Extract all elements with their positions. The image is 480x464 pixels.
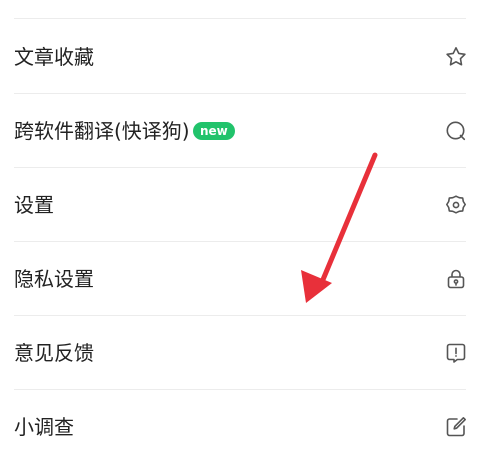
menu-item-cross-app-translate[interactable]: 跨软件翻译(快译狗) new xyxy=(0,94,480,168)
menu-item-label: 隐私设置 xyxy=(14,267,94,291)
edit-icon xyxy=(444,415,468,439)
menu-item-feedback[interactable]: 意见反馈 xyxy=(0,316,480,390)
menu-item-label: 小调查 xyxy=(14,415,74,439)
lock-icon xyxy=(444,267,468,291)
menu-item-label: 跨软件翻译(快译狗) xyxy=(14,119,190,143)
new-badge: new xyxy=(193,122,235,140)
settings-menu-list: 文章收藏 跨软件翻译(快译狗) new 设置 隐私设置 意见反馈 小调查 xyxy=(0,0,480,440)
top-divider xyxy=(14,18,466,19)
search-icon xyxy=(444,119,468,143)
feedback-icon xyxy=(444,341,468,365)
menu-item-privacy-settings[interactable]: 隐私设置 xyxy=(0,242,480,316)
menu-item-survey[interactable]: 小调查 xyxy=(0,390,480,464)
menu-item-label: 设置 xyxy=(14,193,54,217)
menu-item-settings[interactable]: 设置 xyxy=(0,168,480,242)
menu-item-label: 意见反馈 xyxy=(14,341,94,365)
menu-item-article-favorites[interactable]: 文章收藏 xyxy=(0,20,480,94)
gear-icon xyxy=(444,193,468,217)
menu-item-label: 文章收藏 xyxy=(14,45,94,69)
star-icon xyxy=(444,45,468,69)
